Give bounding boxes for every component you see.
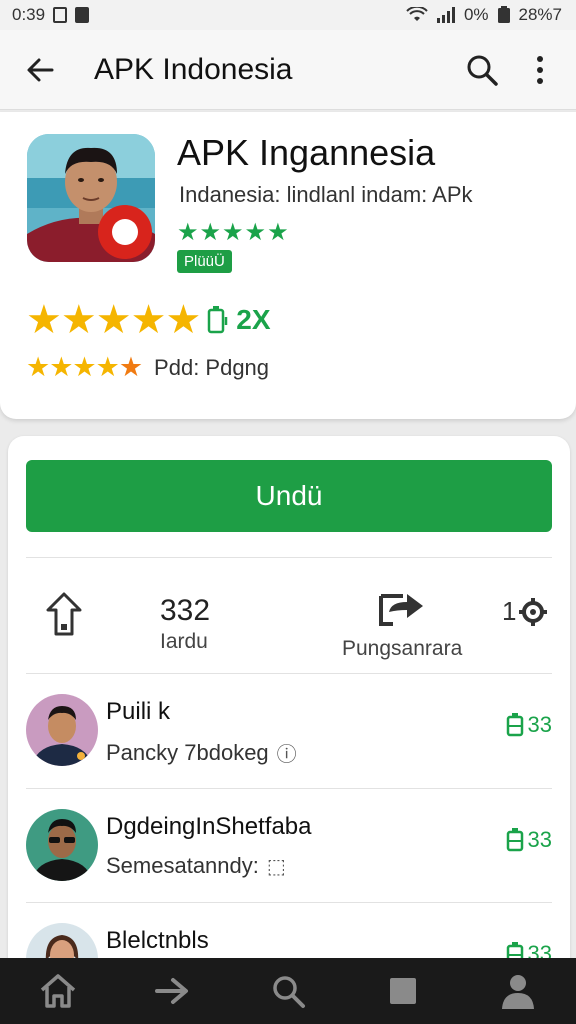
app-icon [27, 134, 155, 262]
list-item-name: DgdeingInShetfaba [106, 813, 312, 840]
search-button[interactable] [460, 48, 504, 92]
document-icon: ⬚ [266, 855, 286, 878]
divider [26, 557, 552, 558]
nav-forward[interactable] [145, 963, 201, 1019]
arrow-left-icon [27, 58, 54, 81]
list-item-score: 33 [506, 827, 552, 853]
app-name: APK Ingannesia [177, 132, 436, 173]
app-developer: Indanesia: lindlanl indam: APk [179, 182, 473, 207]
gear-icon [519, 597, 548, 626]
nav-apps[interactable] [375, 963, 431, 1019]
battery-percent: 0% [463, 5, 489, 24]
status-right-text: 28%7 [518, 5, 562, 24]
status-right: 0% 28%7 [406, 5, 562, 25]
list-item-subtitle-text: Semesatanndy: [106, 853, 259, 878]
rating-summary: ★★★★★ 2X [26, 297, 271, 343]
stats-row: 332 Iardu Pungsanrara 1 [8, 566, 570, 666]
permissions-label: Pungsanrara [342, 637, 463, 660]
stat-downloads: 332 Iardu [160, 594, 210, 654]
more-options-button[interactable] [518, 48, 562, 92]
more-vert-icon [537, 55, 543, 84]
status-time: 0:39 [12, 5, 46, 24]
main-card: Undü 332 Iardu Pungsanrara 1 Puili k Pan… [8, 436, 570, 996]
app-bar: APK Indonesia [0, 30, 576, 110]
stat-downloads-value: 332 [160, 594, 211, 627]
star-rating: ★★★★★ [26, 298, 201, 342]
home-icon [40, 974, 75, 1008]
list-item-subtitle-text: Pancky 7bdokeg [106, 739, 269, 765]
wifi-icon [406, 7, 428, 21]
info-icon: ⓘ [276, 744, 297, 766]
back-button[interactable] [20, 50, 60, 90]
app-notification-icon [75, 7, 90, 23]
rating-count: 2X [236, 304, 271, 335]
rating-label: Pdd: Pdgng [154, 354, 270, 380]
bottom-nav [0, 958, 576, 1024]
arrow-right-icon [154, 978, 188, 1004]
share-folder-icon [379, 594, 424, 626]
list-item-name: Blelctnbls [106, 927, 209, 954]
secondary-rating: ★★★★★ Pdd: Pdgng [26, 352, 269, 383]
page-title: APK Indonesia [94, 52, 293, 86]
search-icon [273, 976, 305, 1008]
person-icon [502, 975, 535, 1009]
stat-downloads-label: Iardu [160, 630, 208, 653]
green-star-rating: ★★★★★ [177, 219, 290, 246]
nav-search[interactable] [260, 963, 316, 1019]
small-stars-main: ★★★★ [26, 352, 120, 382]
avatar [26, 694, 98, 766]
small-star-rating: ★★★★★ [26, 352, 143, 383]
settings-value: 1 [502, 596, 517, 626]
list-item[interactable]: DgdeingInShetfaba Semesatanndy: ⬚ 33 [8, 789, 570, 903]
nav-profile[interactable] [490, 963, 546, 1019]
status-left: 0:39 [12, 5, 90, 25]
square-icon [390, 978, 417, 1004]
battery-outline-icon [208, 306, 228, 334]
battery-outline-icon [506, 828, 523, 852]
list-item-subtitle: Pancky 7bdokeg ⓘ [106, 738, 297, 767]
list-item[interactable]: Puili k Pancky 7bdokeg ⓘ 33 [8, 674, 570, 788]
search-icon [467, 55, 498, 86]
app-tag-badge: PlüüÜ [177, 250, 232, 273]
share-button[interactable] [44, 590, 84, 645]
nav-home[interactable] [30, 963, 86, 1019]
list-item-score: 33 [506, 712, 552, 738]
upload-home-icon [46, 592, 82, 636]
list-item-subtitle: Semesatanndy: ⬚ [106, 853, 286, 879]
download-button[interactable]: Undü [26, 460, 552, 532]
battery-outline-icon [506, 713, 523, 737]
settings-button[interactable]: 1 [502, 596, 548, 627]
avatar [26, 809, 98, 881]
list-item-score-value: 33 [527, 712, 552, 737]
permissions-button[interactable]: Pungsanrara [342, 588, 462, 661]
notification-icon [53, 7, 68, 23]
list-item-name: Puili k [106, 698, 171, 725]
status-bar: 0:39 0% 28%7 [0, 0, 576, 30]
battery-icon [497, 6, 510, 23]
list-item-score-value: 33 [527, 827, 552, 852]
signal-icon [436, 7, 455, 23]
small-star-last: ★ [118, 352, 143, 382]
app-info-card: APK Ingannesia Indanesia: lindlanl indam… [0, 112, 576, 419]
